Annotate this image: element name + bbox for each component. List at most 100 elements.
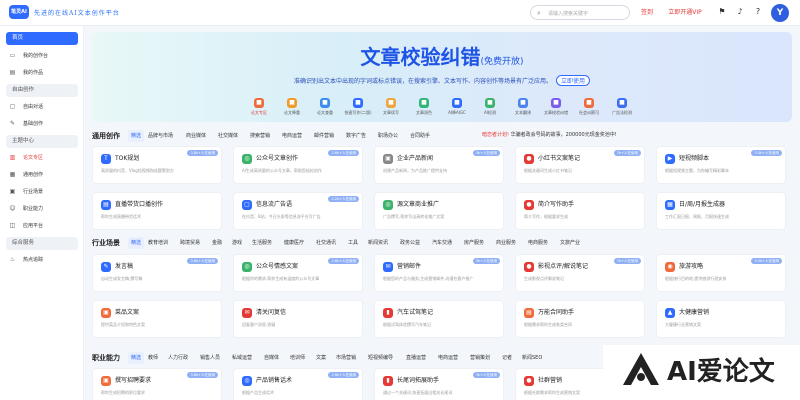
banner-tool-item[interactable]: ■ 快速写作(二版) [343, 98, 373, 116]
tool-card[interactable]: ◎ 产品销售话术 根据产品生成话术 2.6k+人在使用 [233, 368, 363, 400]
tab-industry[interactable]: 精选 [128, 237, 145, 249]
tab-career[interactable]: 新闻SEO [522, 352, 542, 364]
tool-card[interactable]: ✉ 营销邮件 根据您的产品与服务,生成营销邮件,向潜在客户推广 3k+人在使用 [374, 254, 504, 292]
tab-career[interactable]: 培训师 [290, 352, 305, 364]
tool-card[interactable]: ● 影视点评/解说笔记 生成影视点评解说笔记 7k+人在使用 [515, 254, 645, 292]
app-logo[interactable]: 笔灵AI [9, 5, 29, 19]
tab-industry[interactable]: 生活服务 [252, 237, 272, 249]
tab-industry[interactable]: 社交通讯 [316, 237, 336, 249]
tab-career[interactable]: 销售人员 [200, 352, 220, 364]
tab-general[interactable]: 社交媒体 [218, 130, 238, 142]
tab-industry[interactable]: 汽车交通 [432, 237, 452, 249]
banner-tool-item[interactable]: ■ 论文查重 [310, 98, 340, 116]
banner-tool-item[interactable]: ■ 社会纠察可 [574, 98, 604, 116]
banner-tool-item[interactable]: ■ 文章续写 [376, 98, 406, 116]
tool-card[interactable]: ▮ 长尾词拓展助手 通过一个关键词,快速拓展出相关长尾词 3k+人在使用 [374, 368, 504, 400]
signin-button[interactable]: 签到 [636, 6, 658, 19]
tool-card[interactable]: ▤ 直播带货口播创作 帮你生成直播带货话术 [92, 192, 222, 230]
tab-industry[interactable]: 跨境贸易 [180, 237, 200, 249]
tool-card[interactable]: ◎ 源文章商业推广 广告撰写,帮你写出高转化推广文案 [374, 192, 504, 230]
tool-card[interactable]: ◎ 公众号文章创作 AI生成高质量的公众号文章，帮助您轻松创作 2.6k+人在使用 [233, 146, 363, 184]
tab-career[interactable]: 记者 [502, 352, 512, 364]
tab-career[interactable]: 私域运营 [232, 352, 252, 364]
tool-card[interactable]: ▢ 信息流广告语 在抖音、B站、今日头条等信息流平台写广告 2.2k+人在使用 [233, 192, 363, 230]
banner-tool-item[interactable]: ■ 论文降重 [277, 98, 307, 116]
banner-tool-item[interactable]: ■ 论文专区 [244, 98, 274, 116]
gift-icon[interactable]: ⚑ [716, 6, 728, 18]
sidebar-item-general[interactable]: ▦ 通用创作 [8, 168, 80, 182]
tab-industry[interactable]: 健康医疗 [284, 237, 304, 249]
sidebar-item-works[interactable]: ▤ 我的作品 [8, 66, 80, 80]
tab-general[interactable]: 职场办公 [378, 130, 398, 142]
tool-card[interactable]: ▮ 汽车试驾笔记 根据试驾体验撰写汽车笔记 [374, 300, 504, 338]
tab-industry[interactable]: 电商服务 [528, 237, 548, 249]
tab-career[interactable]: 电商运营 [438, 352, 458, 364]
tab-industry[interactable]: 政务公益 [400, 237, 420, 249]
promo-notice[interactable]: 暗恋者计划! 华骗者政会号码的故事，200000元现金奖池中! [482, 131, 617, 138]
tool-card[interactable]: ● 简介写作助手 简介写作，根据要求生成 [515, 192, 645, 230]
tab-general[interactable]: 精选 [128, 130, 145, 142]
sidebar-item-industry[interactable]: ▣ 行业场景 [8, 185, 80, 199]
sidebar-item-apps[interactable]: ◫ 应用平台 [8, 219, 80, 233]
banner-tool-item[interactable]: ■ 文本翻译 [508, 98, 538, 116]
tab-career[interactable]: 营销策划 [470, 352, 490, 364]
tool-card[interactable]: ▦ 日/周/月报生成器 工作汇报日报、周报、月报快速生成 [656, 192, 786, 230]
tab-career[interactable]: 市场营销 [336, 352, 356, 364]
tab-career[interactable]: 短视频编导 [368, 352, 393, 364]
tab-industry[interactable]: 文旅产业 [560, 237, 580, 249]
tab-industry[interactable]: 金融 [212, 237, 222, 249]
tab-career[interactable]: 教师 [148, 352, 158, 364]
sidebar-home[interactable]: 首页 [6, 32, 78, 45]
user-avatar[interactable]: Y [771, 4, 789, 22]
tab-industry[interactable]: 游戏 [232, 237, 242, 249]
tool-card[interactable]: T TOK规划 高质量的抖音、Vlog短视频和选题策划方 3.8k+人在使用 [92, 146, 222, 184]
sidebar-item-chat[interactable]: ▢ 自由对话 [8, 100, 80, 114]
tool-card[interactable]: ● 小红书文案笔记 根据关键词生成小红书笔记 7k+人在使用 [515, 146, 645, 184]
card-title: 旅游攻略 [679, 263, 704, 270]
banner-tool-item[interactable]: ■ 文章校验纠错 [541, 98, 571, 116]
banner-tool-item[interactable]: ■ 文章润色 [409, 98, 439, 116]
tab-industry[interactable]: 房产服务 [464, 237, 484, 249]
sidebar-item-hot[interactable]: ♨ 热点追踪 [8, 253, 80, 267]
search-box[interactable]: ⌕ 请输入搜索关键字 [530, 5, 630, 20]
tool-card[interactable]: ▣ 企业产品新闻 创建产品新闻，为产品推广提供支持 3k+人在使用 [374, 146, 504, 184]
tool-card[interactable]: ▶ 短视频脚本 根据短视频主题，为你编写精彩脚本 3.5k+人在使用 [656, 146, 786, 184]
sidebar-item-workspace[interactable]: ▭ 我的创作台 [8, 49, 80, 63]
tab-industry[interactable]: 教育培训 [148, 237, 168, 249]
tab-general[interactable]: 电商运营 [282, 130, 302, 142]
tool-card[interactable]: ▣ 菜品文案 提供菜品介绍和特色文案 [92, 300, 222, 338]
tool-card[interactable]: ✎ 发言稿 自动生成发言稿,撰写稿 3.8k+人在使用 [92, 254, 222, 292]
promo-banner[interactable]: 文章校验纠错(免费开放) 准确识别出文本中出现的字词或标点错误，在搜索引擎、文本… [92, 32, 792, 122]
tab-career[interactable]: 文案 [316, 352, 326, 364]
vip-button[interactable]: 立即开通VIP [665, 6, 705, 19]
banner-tool-item[interactable]: ■ AI检测 [475, 98, 505, 116]
tab-industry[interactable]: 新闻资讯 [368, 237, 388, 249]
tool-card[interactable]: ▲ 大健康营销 大健康行业营销文案 [656, 300, 786, 338]
tab-general[interactable]: 邮件营销 [314, 130, 334, 142]
banner-use-button[interactable]: 立即使用 [556, 75, 591, 86]
sidebar-item-thesis[interactable]: ▥ 论文专区 [8, 151, 80, 165]
tool-label: AI降AIGC [448, 110, 466, 115]
help-icon[interactable]: ? [752, 6, 764, 18]
tab-industry[interactable]: 工具 [348, 237, 358, 249]
bell-icon[interactable]: ♪ [734, 6, 746, 18]
tool-card[interactable]: ◎ 公众号情感文案 根据你的需求,帮你生成有温度的公众号文章 2.6k+人在使用 [233, 254, 363, 292]
tab-general[interactable]: 品牌与市场 [148, 130, 173, 142]
tab-general[interactable]: 商业媒体 [186, 130, 206, 142]
banner-tool-item[interactable]: ■ AI降AIGC [442, 98, 472, 116]
tab-general[interactable]: 数字广告 [346, 130, 366, 142]
tool-card[interactable]: ▣ 撰写招聘要求 帮你生成招聘的职位要求 3.8k+人在使用 [92, 368, 222, 400]
tool-card[interactable]: ◉ 旅游攻略 根据旅行目的地,提供旅游行程安排 3.5k+人在使用 [656, 254, 786, 292]
tool-card[interactable]: ✉ 清关问复信 回复客户消息,答疑 [233, 300, 363, 338]
tab-career[interactable]: 自媒体 [264, 352, 279, 364]
tab-career[interactable]: 精选 [128, 352, 145, 364]
tab-general[interactable]: 搜索营销 [250, 130, 270, 142]
sidebar-item-career[interactable]: ☺ 职业能力 [8, 202, 80, 216]
tool-card[interactable]: ▤ 万能合同助手 根据需求帮你生成各类合同 [515, 300, 645, 338]
tab-career[interactable]: 人力行政 [168, 352, 188, 364]
tab-industry[interactable]: 商业服务 [496, 237, 516, 249]
banner-tool-item[interactable]: ■ 广告法检测 [607, 98, 637, 116]
tab-career[interactable]: 直播运营 [406, 352, 426, 364]
sidebar-item-basic[interactable]: ✎ 基础创作 [8, 117, 80, 131]
tab-general[interactable]: 合同助手 [410, 130, 430, 142]
